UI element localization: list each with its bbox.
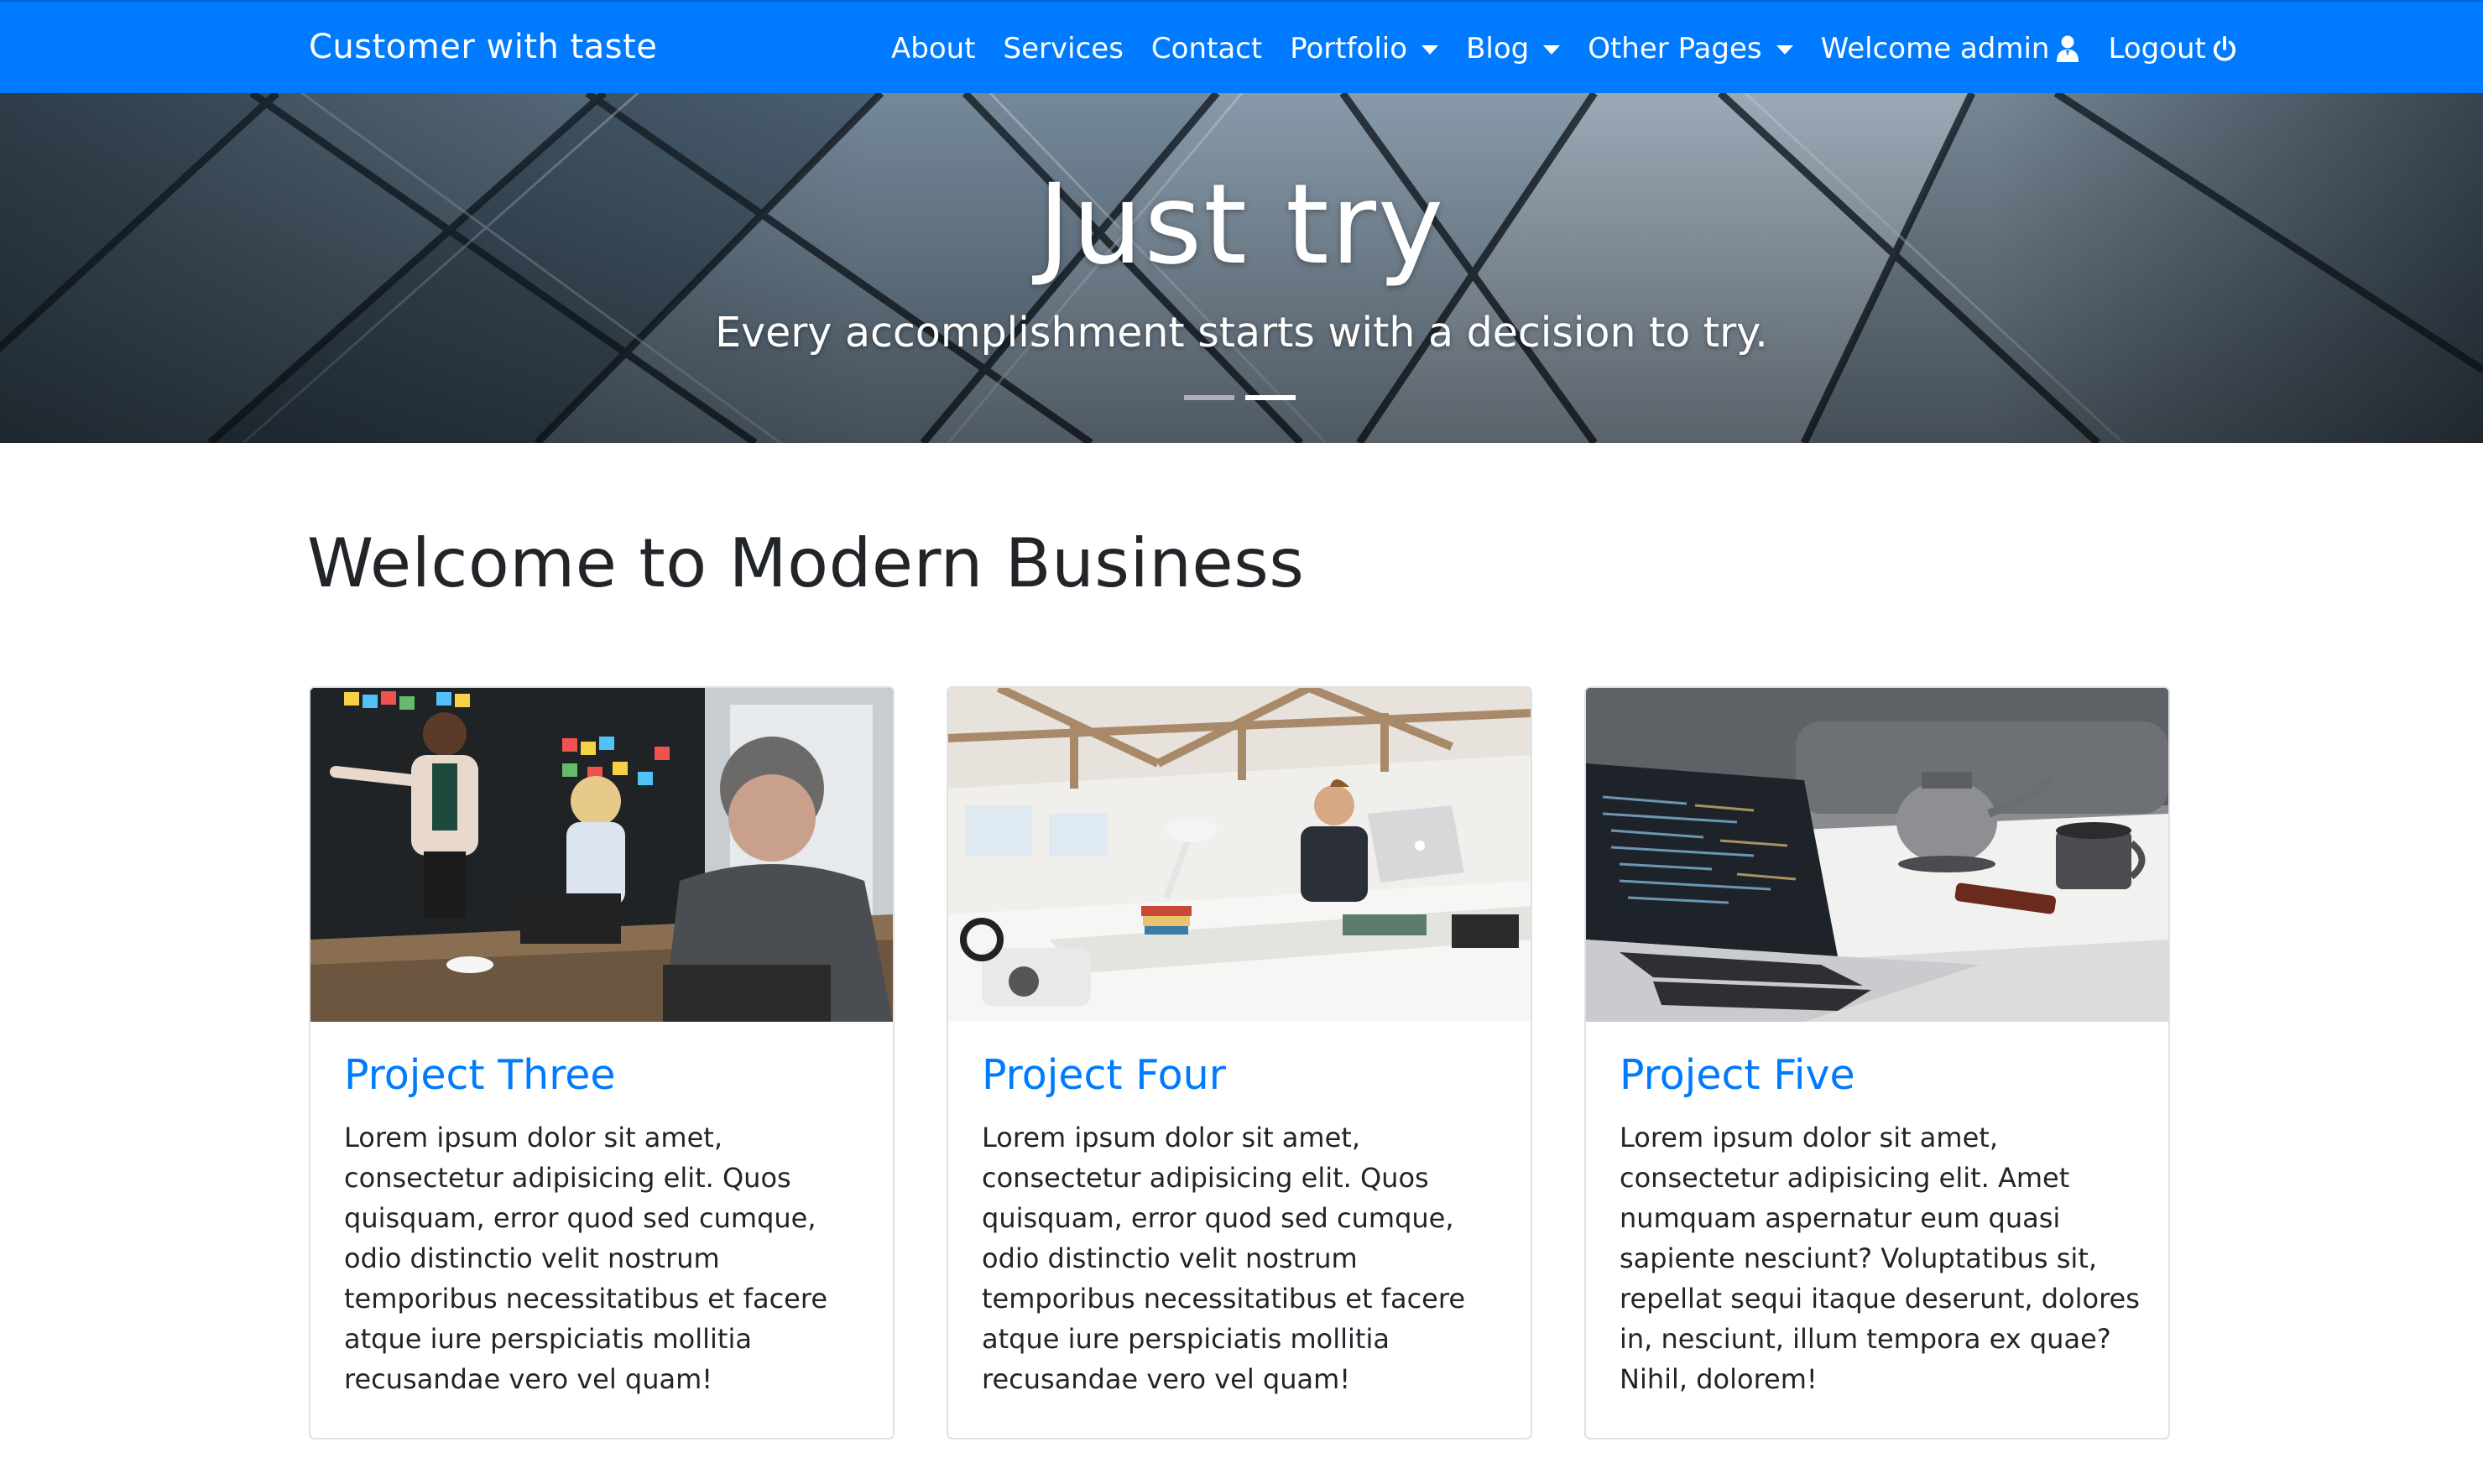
nav-welcome-label: Welcome admin <box>1820 32 2050 65</box>
nav-blog-label: Blog <box>1466 32 1530 65</box>
card-text: Lorem ipsum dolor sit amet, consectetur … <box>982 1122 1465 1395</box>
card-body: Project Five Lorem ipsum dolor sit amet,… <box>1620 1049 2140 1399</box>
card-text: Lorem ipsum dolor sit amet, consectetur … <box>1620 1122 2140 1395</box>
hero-title: Just try <box>1037 160 1446 289</box>
nav-other-pages-dropdown[interactable]: Other Pages <box>1588 25 1793 72</box>
project-card: Project Five Lorem ipsum dolor sit amet,… <box>1584 686 2170 1440</box>
nav-menu: About Services Contact Portfolio Blog Ot… <box>891 25 2237 72</box>
nav-portfolio-dropdown[interactable]: Portfolio <box>1290 25 1439 72</box>
nav-services-label: Services <box>1003 32 1124 65</box>
project-card: Project Four Lorem ipsum dolor sit amet,… <box>947 686 1532 1440</box>
user-icon <box>2057 35 2079 62</box>
nav-about-label: About <box>891 32 976 65</box>
hero-subtitle: Every accomplishment starts with a decis… <box>715 309 1768 357</box>
card-title-link[interactable]: Project Three <box>344 1049 864 1102</box>
carousel-indicator-2[interactable] <box>1245 395 1296 400</box>
nav-contact[interactable]: Contact <box>1151 25 1262 72</box>
nav-logout-label: Logout <box>2108 32 2206 65</box>
card-title-link[interactable]: Project Five <box>1620 1049 2140 1102</box>
caret-down-icon <box>1543 45 1561 55</box>
nav-portfolio-label: Portfolio <box>1290 32 1408 65</box>
nav-about[interactable]: About <box>891 25 976 72</box>
card-title-link[interactable]: Project Four <box>982 1049 1502 1102</box>
card-image-laptop-kettle[interactable] <box>1586 688 2168 1022</box>
card-image-open-office[interactable] <box>948 688 1531 1022</box>
hero-carousel: Just try Every accomplishment starts wit… <box>0 93 2483 443</box>
carousel-indicator-1[interactable] <box>1184 395 1234 400</box>
card-text: Lorem ipsum dolor sit amet, consectetur … <box>344 1122 827 1395</box>
nav-contact-label: Contact <box>1150 32 1263 65</box>
card-body: Project Four Lorem ipsum dolor sit amet,… <box>982 1049 1502 1399</box>
nav-blog-dropdown[interactable]: Blog <box>1466 25 1561 72</box>
page: Customer with taste About Services Conta… <box>0 0 2483 1484</box>
caret-down-icon <box>1421 45 1439 55</box>
nav-other-pages-label: Other Pages <box>1588 32 1762 65</box>
nav-services[interactable]: Services <box>1004 25 1124 72</box>
carousel-indicators <box>1184 395 1307 400</box>
navbar: Customer with taste About Services Conta… <box>0 0 2483 93</box>
project-card: Project Three Lorem ipsum dolor sit amet… <box>309 686 895 1440</box>
card-body: Project Three Lorem ipsum dolor sit amet… <box>344 1049 864 1399</box>
page-title: Welcome to Modern Business <box>307 524 1305 602</box>
nav-logout[interactable]: Logout <box>2108 25 2236 72</box>
power-icon <box>2213 36 2236 61</box>
card-image-office-meeting[interactable] <box>310 688 893 1022</box>
brand-link[interactable]: Customer with taste <box>309 23 657 70</box>
nav-welcome-admin[interactable]: Welcome admin <box>1821 25 2081 72</box>
caret-down-icon <box>1776 45 1793 55</box>
